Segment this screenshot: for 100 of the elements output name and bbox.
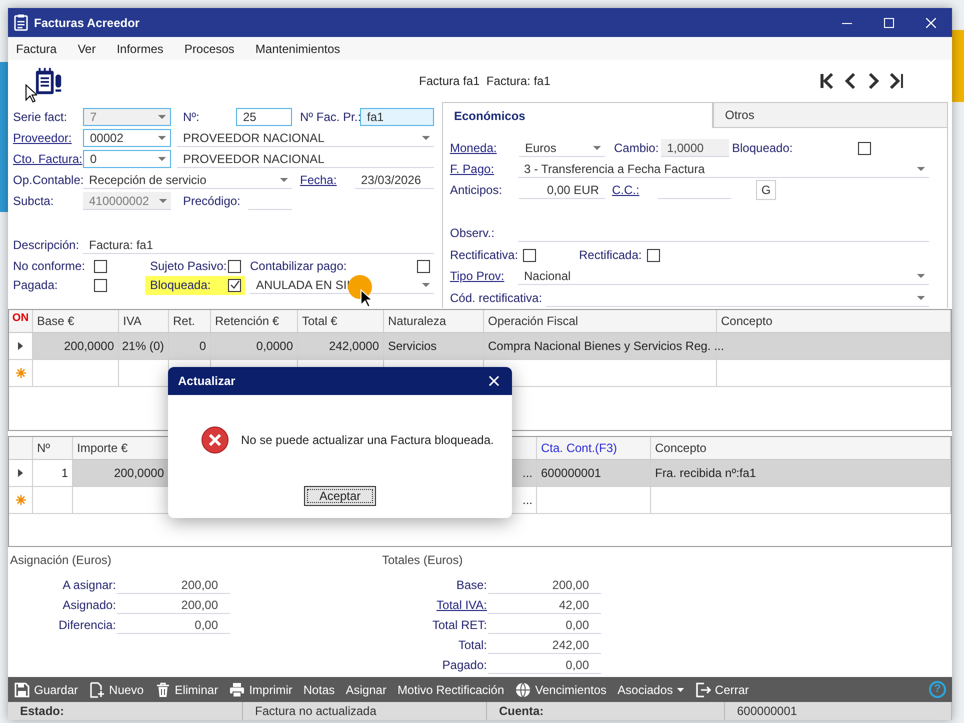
field-link[interactable]: C.C.: — [612, 181, 658, 199]
row-selector[interactable] — [9, 460, 33, 486]
toolbar-button[interactable]: Guardar — [14, 680, 78, 698]
column-header[interactable]: Naturaleza — [388, 312, 446, 330]
input-field[interactable]: 0,00 — [488, 616, 601, 634]
tab[interactable]: Otros — [713, 102, 948, 128]
column-header[interactable]: Importe € — [77, 439, 128, 457]
menu-item[interactable]: Procesos — [184, 40, 234, 58]
input-field[interactable]: 242,00 — [488, 636, 601, 654]
table-cell-text: ... — [522, 465, 532, 482]
caret-icon — [158, 115, 166, 119]
column-header[interactable]: Cta. Cont.(F3) — [541, 439, 618, 457]
menu-item[interactable]: Mantenimientos — [255, 40, 340, 58]
checkbox[interactable] — [94, 278, 107, 292]
column-header[interactable]: Ret. — [173, 312, 196, 330]
field-label: Contabilizar pago: — [250, 258, 348, 275]
field-label: Total RET: — [432, 618, 487, 632]
clipboard-icon — [14, 14, 28, 31]
field-label: Total: — [458, 638, 487, 652]
column-header[interactable]: Total € — [302, 312, 338, 330]
table-cell-text: 200,0000 — [64, 338, 114, 355]
field-link[interactable]: Fecha: — [300, 171, 355, 189]
caret-icon — [422, 136, 430, 140]
input-field[interactable]: 0,00 — [488, 656, 601, 674]
accept-button[interactable]: Aceptar — [304, 486, 376, 506]
checkbox[interactable] — [417, 260, 430, 272]
input-field[interactable]: 200,00 — [117, 596, 230, 614]
toolbar-button[interactable]: Asignar — [346, 680, 386, 698]
toolbar-button[interactable]: Cerrar — [694, 680, 749, 698]
caret-icon — [917, 274, 925, 278]
field-label: Cód. rectificativa: — [450, 290, 544, 307]
toolbar-button[interactable]: Asociados — [618, 680, 684, 698]
table-cell-text: ... — [522, 492, 532, 509]
table-cell-text: 1 — [61, 465, 68, 482]
caret-icon — [917, 296, 925, 300]
printer-icon — [229, 682, 246, 698]
first-button[interactable] — [819, 72, 836, 90]
column-header[interactable]: IVA — [123, 312, 142, 330]
menu-item[interactable]: Informes — [116, 40, 164, 58]
input-field[interactable]: 200,00 — [117, 576, 230, 594]
field-link[interactable]: Moneda: — [450, 139, 519, 157]
input-field[interactable]: fa1 — [360, 108, 434, 126]
column-header[interactable]: Operación Fiscal — [488, 312, 578, 330]
selected-row[interactable]: 200,0000 21% (0) 0 0,0000 242,0000 Servicios Compra Nacional Bienes y Servicios Reg. ... — [9, 333, 951, 360]
table-cell-text: Fra. recibida nº:fa1 — [655, 465, 756, 482]
input-field[interactable]: 25 — [236, 108, 292, 126]
section-title: Totales (Euros) — [382, 552, 464, 569]
asterisk-icon — [16, 368, 26, 378]
column-header[interactable]: Retención € — [215, 312, 280, 330]
input-field[interactable]: 42,00 — [488, 596, 601, 614]
field-link[interactable]: Total IVA: — [436, 598, 487, 612]
field-link[interactable]: Tipo Prov: — [450, 267, 518, 285]
last-button[interactable] — [888, 72, 905, 90]
field-link[interactable]: F. Pago: — [450, 160, 518, 178]
column-header[interactable]: Concepto — [655, 439, 706, 457]
check-icon — [230, 280, 240, 290]
toolbar-button[interactable]: Vencimientos — [515, 680, 607, 698]
table-cell-text: Servicios — [388, 338, 437, 355]
row-selector[interactable] — [9, 333, 33, 359]
checkbox[interactable] — [228, 278, 241, 292]
toolbar-button[interactable]: Nuevo — [89, 680, 144, 698]
field-label: Observ.: — [450, 225, 496, 242]
close-icon — [926, 18, 936, 28]
table-cell-text: 0,0000 — [256, 338, 293, 355]
dropdown[interactable]: 00002 — [83, 129, 171, 147]
checkbox[interactable] — [858, 142, 871, 154]
field-label: Nº Fac. Pr.: — [300, 109, 360, 126]
caret-icon — [422, 282, 430, 286]
error-icon — [201, 426, 229, 454]
menu-item[interactable]: Ver — [78, 40, 96, 58]
toolbar-button[interactable]: Eliminar — [154, 680, 218, 698]
toolbar-button[interactable]: Notas — [303, 680, 335, 698]
dialog-message: No se puede actualizar una Factura bloqueada. — [241, 432, 494, 449]
input-field[interactable]: 0,00 — [117, 616, 230, 634]
field-link[interactable]: Cto. Factura: — [13, 150, 83, 168]
close-button[interactable] — [489, 376, 499, 386]
input-field[interactable]: 200,00 — [488, 576, 601, 594]
checkbox[interactable] — [647, 248, 660, 262]
table-cell-text: 200,0000 — [114, 465, 164, 482]
checkbox[interactable] — [523, 248, 536, 262]
tab[interactable]: Económicos — [442, 102, 713, 128]
field-label: No conforme: — [13, 258, 86, 275]
triangle-icon — [18, 342, 23, 350]
toolbar-button[interactable]: Imprimir — [229, 680, 292, 698]
column-header[interactable]: Nº — [37, 439, 50, 457]
dropdown[interactable]: 0 — [83, 150, 171, 168]
window-title: Facturas Acreedor — [34, 14, 140, 32]
field-label: Precódigo: — [183, 193, 242, 210]
checkbox[interactable] — [228, 260, 241, 272]
column-header[interactable]: Concepto — [721, 312, 772, 330]
checkbox[interactable] — [94, 260, 107, 272]
lookup-button[interactable]: G — [756, 180, 776, 200]
dialog-title: Actualizar — [178, 373, 236, 390]
menu-item[interactable]: Factura — [16, 40, 57, 58]
field-link[interactable]: Proveedor: — [13, 129, 83, 147]
new-document-icon — [89, 682, 106, 698]
field-label: Serie fact: — [13, 109, 68, 126]
column-header[interactable]: Base € — [37, 312, 74, 330]
toolbar-button[interactable]: Motivo Rectificación — [397, 680, 504, 698]
record-caption: Factura fa1 Factura: fa1 — [419, 73, 550, 90]
